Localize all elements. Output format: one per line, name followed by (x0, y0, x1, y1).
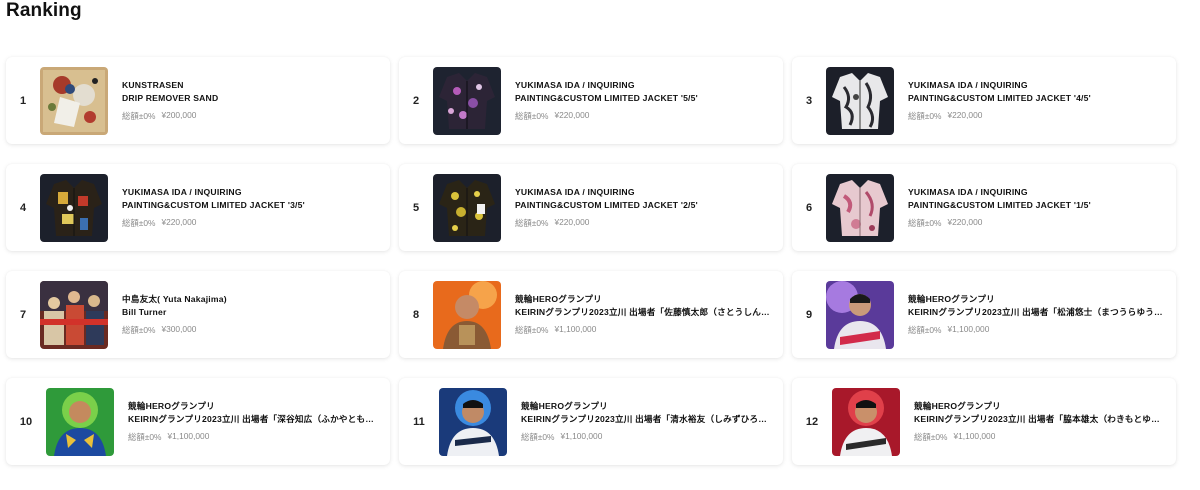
rank-number: 6 (805, 201, 813, 214)
artist-name: 競輪HEROグランプリ (521, 401, 608, 411)
price: ¥1,100,000 (167, 431, 210, 441)
jacket-icon (433, 173, 501, 242)
item-name: PAINTING&CUSTOM LIMITED JACKET '1/5' (908, 199, 1091, 210)
ranking-card[interactable]: 3 YUKIMASA IDA / INQUIRING PAINTING&CUST… (792, 57, 1176, 144)
rank-number: 4 (19, 201, 27, 214)
item-name: KEIRINグランプリ2023立川 出場者「松浦悠士（まつうらゆう… (908, 306, 1163, 317)
change-label: 総額±0% (122, 111, 156, 121)
ranking-card[interactable]: 11 競輪HEROグランプリ KEIRINグランプリ2023立川 出場者「清水裕… (399, 378, 783, 465)
rank-number: 10 (19, 415, 33, 428)
item-name: KEIRINグランプリ2023立川 出場者「深谷知広（ふかやとも… (128, 413, 375, 424)
portrait-icon (433, 280, 501, 349)
item-name: PAINTING&CUSTOM LIMITED JACKET '5/5' (515, 92, 698, 103)
painting-icon (40, 66, 108, 135)
ranking-card[interactable]: 1 KUNSTRASEN DRIP REMOVER SAND 総額±0% ¥200… (6, 57, 390, 144)
change-label: 総額±0% (521, 432, 555, 442)
ranking-card[interactable]: 4 YUKIMASA IDA / INQUIRING PAINTING&CUST… (6, 164, 390, 251)
jacket-icon (433, 66, 501, 135)
price: ¥200,000 (161, 110, 197, 120)
change-label: 総額±0% (908, 111, 942, 121)
portrait-icon (439, 387, 507, 456)
price: ¥1,100,000 (947, 324, 990, 334)
change-label: 総額±0% (908, 325, 942, 335)
price: ¥220,000 (554, 217, 590, 227)
item-name: KEIRINグランプリ2023立川 出場者「清水裕友（しみずひろ… (521, 413, 768, 424)
rank-number: 1 (19, 94, 27, 107)
change-label: 総額±0% (515, 325, 549, 335)
painting-icon (40, 280, 108, 349)
item-name: KEIRINグランプリ2023立川 出場者「脇本雄太（わきもとゆ… (914, 413, 1160, 424)
price: ¥220,000 (947, 217, 983, 227)
artist-name: 中島友太( Yuta Nakajima) (122, 294, 227, 304)
rank-number: 5 (412, 201, 420, 214)
rank-number: 3 (805, 94, 813, 107)
price: ¥1,100,000 (560, 431, 603, 441)
price: ¥220,000 (554, 110, 590, 120)
portrait-icon (826, 280, 894, 349)
price: ¥300,000 (161, 324, 197, 334)
artist-name: 競輪HEROグランプリ (908, 294, 995, 304)
jacket-icon (826, 173, 894, 242)
change-label: 総額±0% (128, 432, 162, 442)
ranking-card[interactable]: 9 競輪HEROグランプリ KEIRINグランプリ2023立川 出場者「松浦悠士… (792, 271, 1176, 358)
portrait-icon (46, 387, 114, 456)
item-name: DRIP REMOVER SAND (122, 92, 219, 103)
portrait-icon (832, 387, 900, 456)
page-title: Ranking (6, 0, 82, 21)
artist-name: 競輪HEROグランプリ (515, 294, 602, 304)
rank-number: 7 (19, 308, 27, 321)
price: ¥1,100,000 (953, 431, 996, 441)
artist-name: YUKIMASA IDA / INQUIRING (515, 80, 635, 90)
rank-number: 2 (412, 94, 420, 107)
artist-name: YUKIMASA IDA / INQUIRING (515, 187, 635, 197)
change-label: 総額±0% (122, 325, 156, 335)
item-name: KEIRINグランプリ2023立川 出場者「佐藤慎太郎（さとうしん… (515, 306, 770, 317)
jacket-icon (40, 173, 108, 242)
price: ¥1,100,000 (554, 324, 597, 334)
item-name: PAINTING&CUSTOM LIMITED JACKET '2/5' (515, 199, 698, 210)
ranking-card[interactable]: 10 競輪HEROグランプリ KEIRINグランプリ2023立川 出場者「深谷知… (6, 378, 390, 465)
item-name: PAINTING&CUSTOM LIMITED JACKET '3/5' (122, 199, 305, 210)
item-name: PAINTING&CUSTOM LIMITED JACKET '4/5' (908, 92, 1091, 103)
change-label: 総額±0% (515, 111, 549, 121)
jacket-icon (826, 66, 894, 135)
artist-name: YUKIMASA IDA / INQUIRING (908, 187, 1028, 197)
artist-name: 競輪HEROグランプリ (128, 401, 215, 411)
artist-name: YUKIMASA IDA / INQUIRING (122, 187, 242, 197)
artist-name: KUNSTRASEN (122, 80, 184, 90)
ranking-card[interactable]: 5 YUKIMASA IDA / INQUIRING PAINTING&CUST… (399, 164, 783, 251)
change-label: 総額±0% (515, 218, 549, 228)
item-name: Bill Turner (122, 306, 167, 317)
ranking-card[interactable]: 2 YUKIMASA IDA / INQUIRING PAINTING&CUST… (399, 57, 783, 144)
ranking-card[interactable]: 6 YUKIMASA IDA / INQUIRING PAINTING&CUST… (792, 164, 1176, 251)
price: ¥220,000 (161, 217, 197, 227)
price: ¥220,000 (947, 110, 983, 120)
artist-name: 競輪HEROグランプリ (914, 401, 1001, 411)
change-label: 総額±0% (908, 218, 942, 228)
rank-number: 8 (412, 308, 420, 321)
change-label: 総額±0% (914, 432, 948, 442)
artist-name: YUKIMASA IDA / INQUIRING (908, 80, 1028, 90)
rank-number: 11 (413, 415, 425, 428)
change-label: 総額±0% (122, 218, 156, 228)
ranking-card[interactable]: 7 中島友太( Yuta Nakajima) Bill Turner 総額±0%… (6, 271, 390, 358)
rank-number: 9 (805, 308, 813, 321)
ranking-card[interactable]: 12 競輪HEROグランプリ KEIRINグランプリ2023立川 出場者「脇本雄… (792, 378, 1176, 465)
rank-number: 12 (805, 415, 819, 428)
ranking-card[interactable]: 8 競輪HEROグランプリ KEIRINグランプリ2023立川 出場者「佐藤慎太… (399, 271, 783, 358)
